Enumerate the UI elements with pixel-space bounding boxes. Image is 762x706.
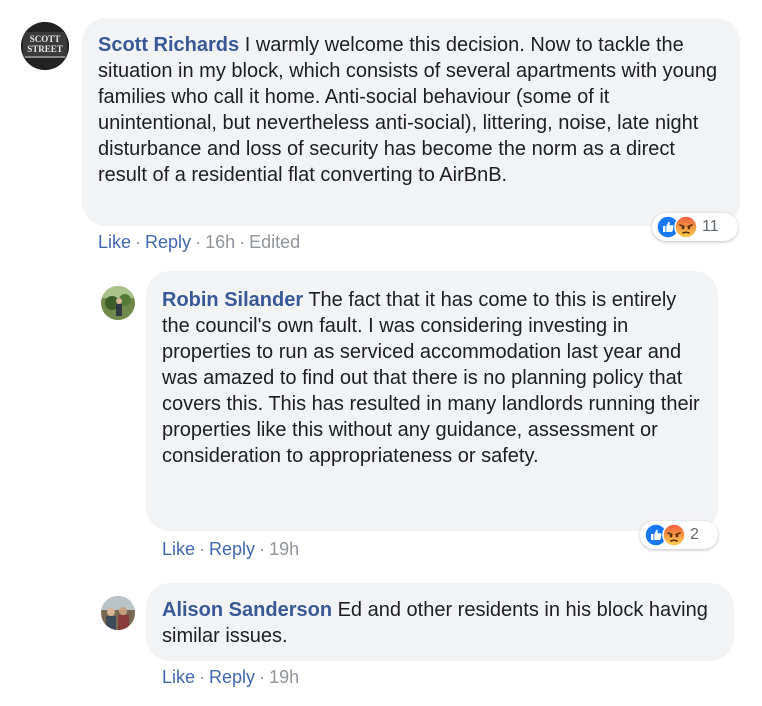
edited-label[interactable]: Edited	[249, 232, 300, 252]
comment-text: I warmly welcome this decision. Now to t…	[98, 34, 718, 186]
separator: ·	[239, 232, 246, 252]
avatar[interactable]	[101, 596, 135, 630]
comment-scott-richards: SCOTT STREET Scott Richards I warmly wel…	[0, 0, 762, 270]
reaction-summary[interactable]: 11	[652, 213, 738, 241]
like-link[interactable]: Like	[98, 232, 131, 252]
avatar-text-line-1: SCOTT	[30, 34, 61, 44]
street-sign-avatar-image: SCOTT STREET	[21, 22, 69, 70]
separator: ·	[199, 667, 206, 687]
comment-author[interactable]: Robin Silander	[162, 289, 303, 311]
comment-bubble: Alison Sanderson Ed and other residents …	[146, 583, 734, 661]
avatar[interactable]	[101, 286, 135, 320]
comment-text: The fact that it has come to this is ent…	[162, 289, 700, 467]
comment-alison-sanderson: Alison Sanderson Ed and other residents …	[0, 570, 762, 706]
reaction-summary[interactable]: 2	[640, 521, 718, 549]
comment-author[interactable]: Scott Richards	[98, 34, 239, 56]
like-link[interactable]: Like	[162, 667, 195, 687]
avatar-text-line-2: STREET	[27, 44, 63, 54]
timestamp[interactable]: 19h	[269, 667, 299, 687]
outdoor-avatar-image	[101, 286, 135, 320]
timestamp[interactable]: 16h	[205, 232, 235, 252]
comment-bubble: Scott Richards I warmly welcome this dec…	[82, 18, 740, 226]
avatar[interactable]: SCOTT STREET	[21, 22, 69, 70]
reply-link[interactable]: Reply	[145, 232, 191, 252]
reply-link[interactable]: Reply	[209, 667, 255, 687]
comment-bubble: Robin Silander The fact that it has come…	[146, 271, 718, 531]
separator: ·	[135, 232, 142, 252]
reaction-count: 2	[690, 526, 699, 543]
timestamp[interactable]: 19h	[269, 539, 299, 559]
comment-actions: Like · Reply · 19h	[162, 666, 299, 688]
angry-icon	[674, 215, 698, 239]
comment-actions: Like · Reply · 16h · Edited	[98, 231, 300, 253]
comment-robin-silander: Robin Silander The fact that it has come…	[0, 270, 762, 570]
separator: ·	[199, 539, 206, 559]
comment-actions: Like · Reply · 19h	[162, 538, 299, 560]
separator: ·	[195, 232, 202, 252]
angry-icon	[662, 523, 686, 547]
group-avatar-image	[101, 596, 135, 630]
comment-author[interactable]: Alison Sanderson	[162, 599, 332, 621]
separator: ·	[259, 539, 266, 559]
reply-link[interactable]: Reply	[209, 539, 255, 559]
separator: ·	[259, 667, 266, 687]
reaction-count: 11	[702, 218, 719, 235]
like-link[interactable]: Like	[162, 539, 195, 559]
